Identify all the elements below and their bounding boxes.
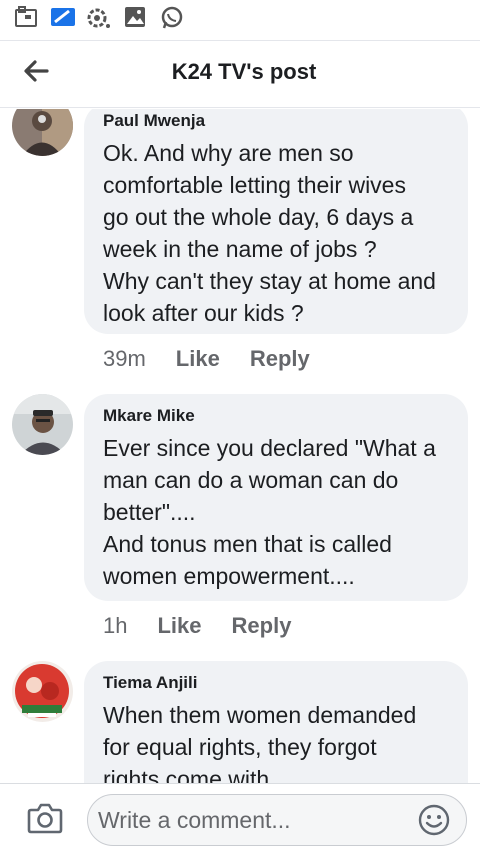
gallery-icon bbox=[50, 6, 76, 33]
camera-icon bbox=[27, 803, 63, 838]
whatsapp-icon bbox=[160, 6, 184, 35]
emoji-icon bbox=[418, 804, 450, 840]
emoji-button[interactable] bbox=[418, 804, 450, 836]
like-button[interactable]: Like bbox=[157, 613, 201, 639]
comment-time[interactable]: 1h bbox=[103, 613, 127, 639]
sim-card-icon bbox=[14, 6, 38, 33]
comment-bubble: Tiema Anjili When them women demanded fo… bbox=[84, 661, 468, 783]
comment-author[interactable]: Mkare Mike bbox=[103, 406, 450, 426]
like-button[interactable]: Like bbox=[176, 346, 220, 372]
comment-text: Ok. And why are men so comfortable letti… bbox=[103, 140, 436, 326]
comment-text: Ever since you declared "What a man can … bbox=[103, 435, 436, 589]
comment-text: When them women demanded for equal right… bbox=[103, 702, 417, 783]
image-icon bbox=[124, 6, 146, 33]
comment-author[interactable]: Tiema Anjili bbox=[103, 673, 450, 693]
camera-button[interactable] bbox=[27, 802, 63, 834]
avatar[interactable] bbox=[12, 109, 73, 156]
reply-button[interactable]: Reply bbox=[232, 613, 292, 639]
reply-button[interactable]: Reply bbox=[250, 346, 310, 372]
avatar[interactable] bbox=[12, 661, 73, 722]
comment-actions: 39m Like Reply bbox=[103, 346, 310, 372]
comment-bubble: Mkare Mike Ever since you declared "What… bbox=[84, 394, 468, 601]
comment-author[interactable]: Paul Mwenja bbox=[103, 111, 450, 131]
avatar[interactable] bbox=[12, 394, 73, 455]
comment-input-box bbox=[87, 794, 467, 846]
app-header: K24 TV's post bbox=[0, 40, 480, 108]
comment-input[interactable] bbox=[88, 795, 408, 845]
settings-gear-icon bbox=[86, 6, 112, 35]
comment-composer bbox=[0, 783, 480, 854]
comment-feed[interactable]: Paul Mwenja Ok. And why are men so comfo… bbox=[0, 109, 480, 783]
comment-bubble: Paul Mwenja Ok. And why are men so comfo… bbox=[84, 109, 468, 334]
comment-actions: 1h Like Reply bbox=[103, 613, 291, 639]
page-title: K24 TV's post bbox=[171, 59, 317, 84]
status-bar bbox=[0, 0, 480, 40]
comment-time[interactable]: 39m bbox=[103, 346, 146, 372]
